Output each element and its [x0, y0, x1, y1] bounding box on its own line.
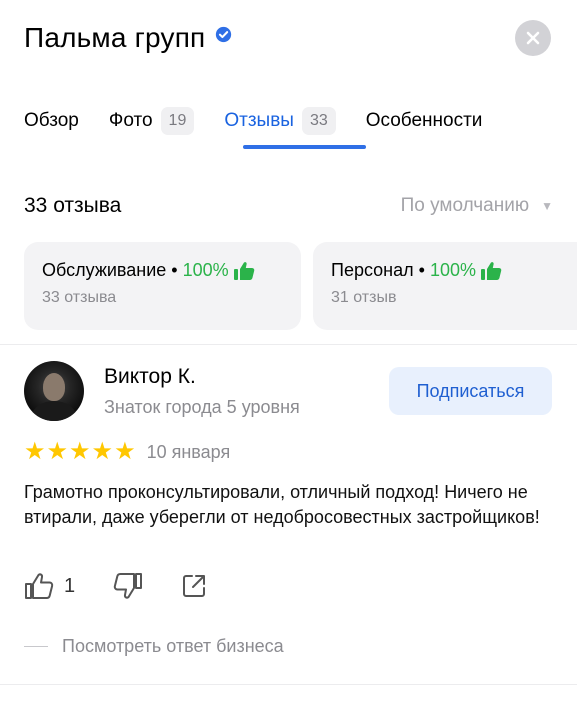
share-icon: [183, 575, 206, 597]
tab-overview[interactable]: Обзор: [24, 104, 79, 138]
share-button[interactable]: [181, 573, 207, 599]
avatar-face: [43, 373, 65, 401]
thumbs-down-outline-icon: [113, 573, 143, 599]
sort-label: По умолчанию: [400, 195, 530, 216]
title-row: Пальма групп: [24, 18, 553, 58]
star-icon: ★: [46, 438, 69, 465]
tab-features[interactable]: Особенности: [366, 104, 483, 138]
tab-label: Фото: [108, 110, 153, 131]
aspect-header: Обслуживание • 100%: [42, 260, 283, 281]
aspect-reviews: 33 отзыва: [42, 289, 117, 306]
aspect-name: Персонал: [331, 260, 414, 280]
aspect-card-staff[interactable]: Персонал • 100% 31 отзыв: [313, 242, 577, 330]
tab-label: Обзор: [24, 110, 79, 131]
aspect-cards: Обслуживание • 100% 33 отзыва Персонал •…: [24, 242, 577, 330]
tab-label: Отзывы: [224, 110, 294, 131]
thumbs-up-icon: [233, 261, 254, 280]
tab-count-badge: 19: [160, 107, 195, 135]
tab-reviews[interactable]: Отзывы 33: [224, 104, 336, 138]
aspect-reviews: 31 отзыв: [331, 289, 397, 306]
review-date: 10 января: [146, 441, 231, 462]
business-reply-toggle[interactable]: Посмотреть ответ бизнеса: [24, 636, 284, 657]
active-tab-indicator: [243, 145, 366, 149]
tab-label: Особенности: [365, 110, 483, 131]
star-icon: ★: [91, 438, 114, 465]
avatar-shoulders: [32, 401, 76, 421]
star-icon: ★: [69, 438, 91, 465]
like-button[interactable]: 1: [24, 572, 75, 600]
tab-count-badge: 33: [301, 107, 336, 135]
dislike-button[interactable]: [113, 572, 143, 600]
divider: [0, 344, 577, 345]
aspect-name: Обслуживание: [42, 260, 167, 280]
aspect-header: Персонал • 100%: [331, 260, 572, 281]
subscribe-button[interactable]: Подписаться: [389, 367, 552, 415]
organization-reviews-panel: Пальма групп Обзор Фото 19 Отзывы 33 Осо…: [0, 0, 577, 710]
header: Пальма групп: [24, 18, 553, 62]
verified-badge-icon: [216, 26, 232, 42]
business-reply-label: Посмотреть ответ бизнеса: [62, 636, 284, 656]
avatar[interactable]: [24, 361, 84, 421]
like-count: 1: [64, 574, 76, 597]
close-button[interactable]: [515, 20, 551, 56]
chevron-down-icon: ▼: [541, 199, 553, 213]
aspect-separator: •: [418, 260, 425, 280]
reply-dash: [24, 646, 48, 647]
aspect-percent: 100%: [182, 260, 229, 280]
star-icon: ★: [24, 438, 46, 465]
tab-photos[interactable]: Фото 19: [108, 104, 195, 138]
page-title: Пальма групп: [24, 22, 206, 53]
aspect-card-service[interactable]: Обслуживание • 100% 33 отзыва: [24, 242, 301, 330]
aspect-separator: •: [171, 260, 178, 280]
close-icon: [526, 31, 540, 45]
aspect-percent: 100%: [429, 260, 476, 280]
thumbs-up-icon: [481, 261, 502, 280]
thumbs-up-outline-icon: [25, 573, 54, 599]
divider: [0, 684, 577, 685]
reviews-count: 33 отзыва: [24, 194, 122, 217]
review-author-name[interactable]: Виктор К.: [104, 365, 196, 389]
review-rating: ★ ★ ★ ★ ★ 10 января: [24, 440, 230, 464]
tabs: Обзор Фото 19 Отзывы 33 Особенности: [24, 104, 512, 138]
review-author-level: Знаток города 5 уровня: [104, 397, 300, 417]
review-text: Грамотно проконсультировали, отличный по…: [24, 482, 540, 527]
sort-dropdown[interactable]: По умолчанию ▼: [401, 195, 553, 217]
review-actions: 1: [24, 572, 245, 600]
star-icon: ★: [114, 438, 136, 465]
